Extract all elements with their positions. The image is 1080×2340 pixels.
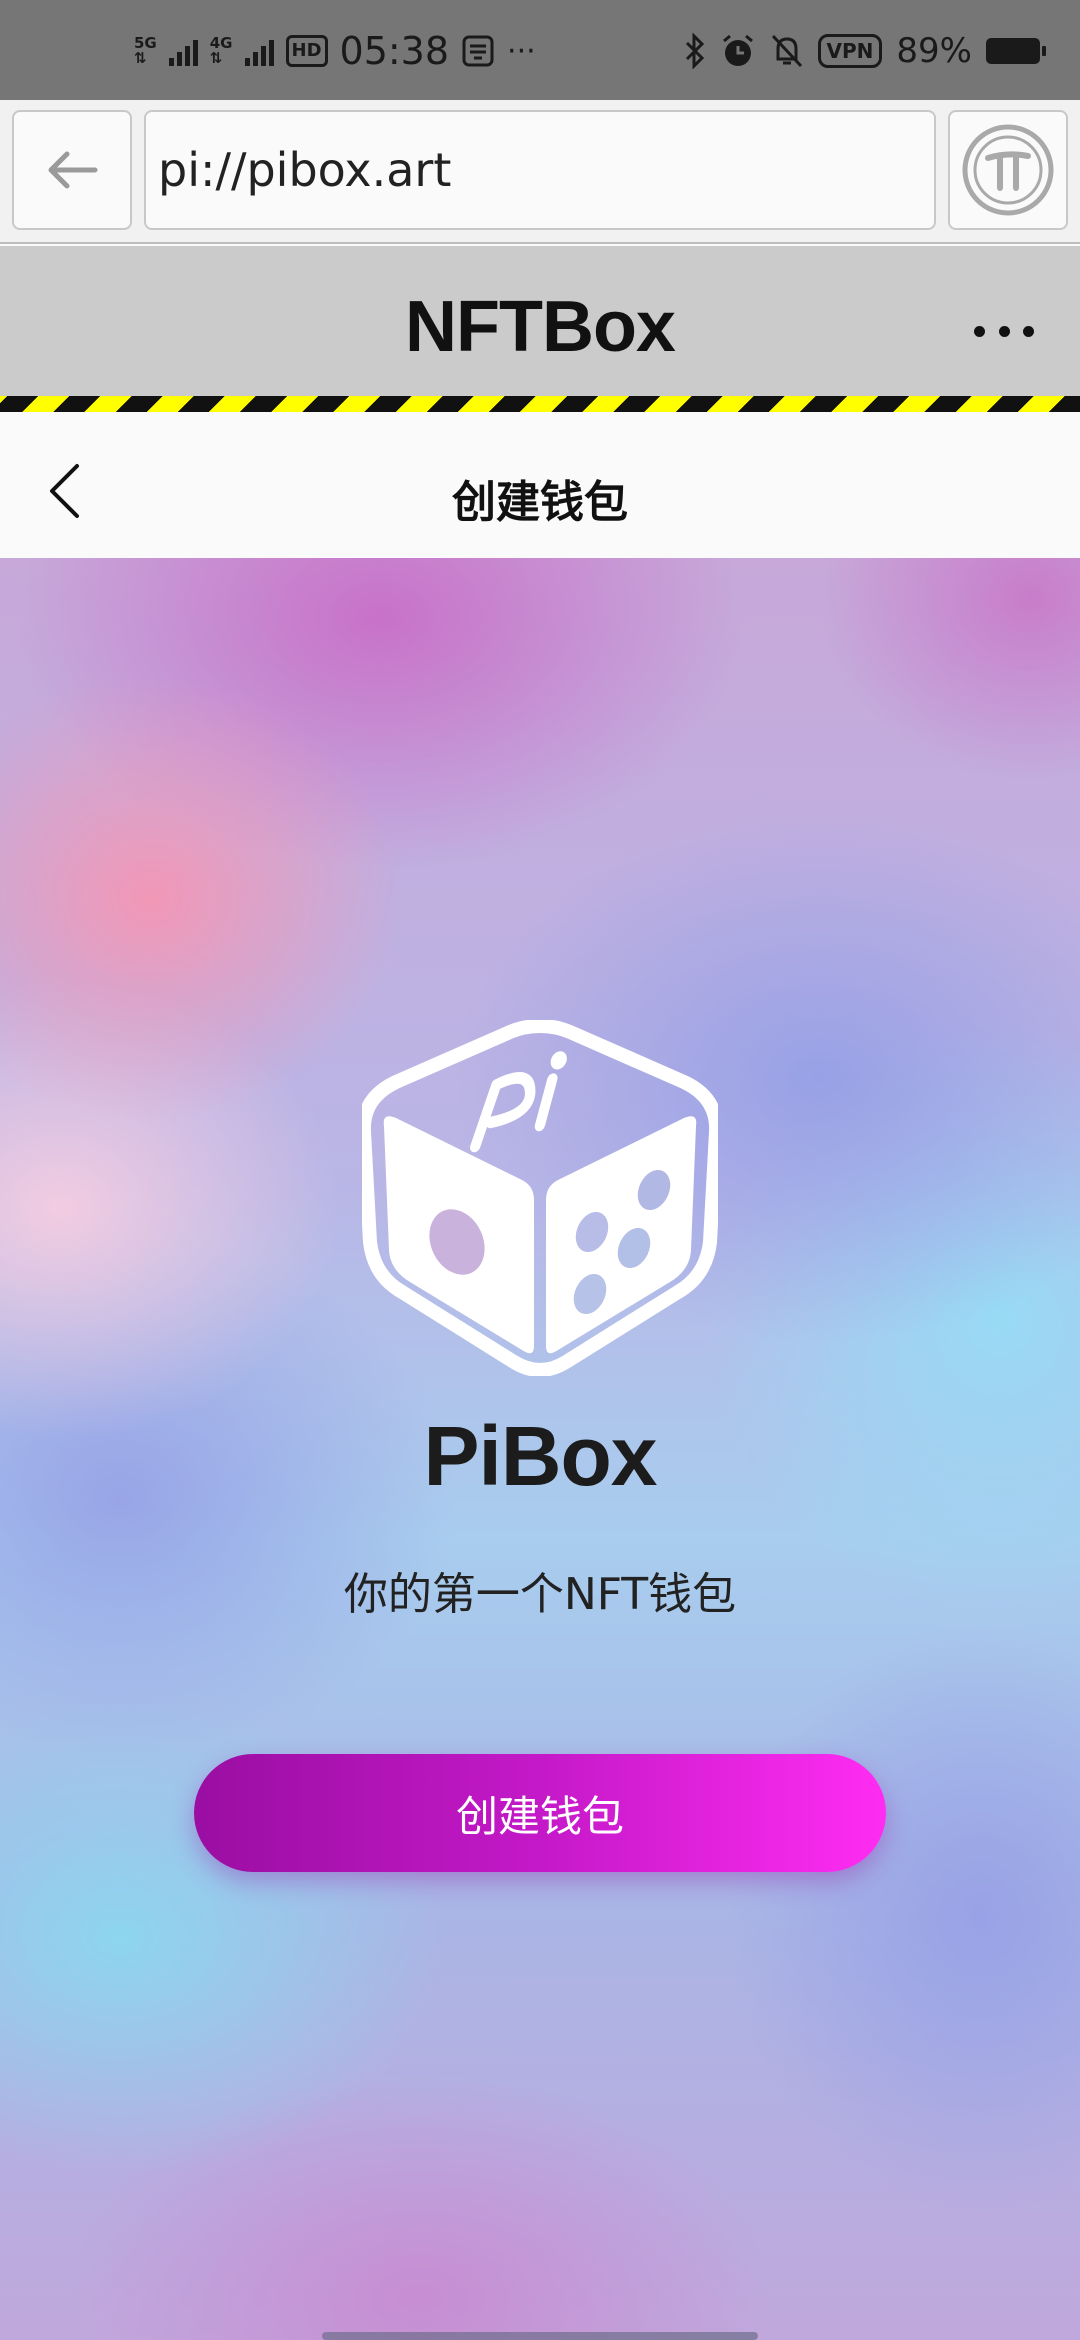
more-horizontal-icon <box>974 325 985 337</box>
status-bar-right: VPN 89% <box>684 26 1046 76</box>
network-4g: 4G ⇅ <box>210 36 233 66</box>
app-header: NFTBox <box>0 246 1080 412</box>
more-options-button[interactable] <box>974 316 1034 346</box>
address-bar[interactable]: pi://pibox.art <box>144 110 936 230</box>
create-wallet-button-label: 创建钱包 <box>455 1791 624 1841</box>
data-arrows-icon: ⇅ <box>134 49 147 67</box>
brand-name: PiBox <box>423 1409 657 1503</box>
browser-bar: pi://pibox.art <box>0 100 1080 244</box>
pi-browser-button[interactable] <box>948 110 1068 230</box>
pi-browser-logo-icon <box>962 124 1054 216</box>
pibox-dice-logo-icon <box>362 1020 718 1376</box>
hazard-stripe <box>0 396 1080 412</box>
create-wallet-button[interactable]: 创建钱包 <box>194 1754 886 1872</box>
home-indicator[interactable] <box>322 2332 758 2340</box>
arrow-left-icon <box>48 151 98 189</box>
notification-app-icon <box>462 35 494 67</box>
vpn-icon: VPN <box>817 34 883 68</box>
status-bar: 5G ⇅ 4G ⇅ HD 05:38 ··· VPN 89% <box>0 0 1080 100</box>
signal-strength-icon <box>168 36 198 66</box>
bluetooth-icon <box>685 33 704 69</box>
app-title: NFTBox <box>405 287 676 367</box>
more-notifications-icon: ··· <box>507 33 536 69</box>
page-header: 创建钱包 <box>0 428 1080 558</box>
notifications-off-icon <box>771 34 802 68</box>
status-bar-left: 5G ⇅ 4G ⇅ HD 05:38 ··· <box>134 26 536 76</box>
network-5g: 5G ⇅ <box>134 36 157 66</box>
hd-voice-icon: HD <box>285 35 328 67</box>
main-content: PiBox 你的第一个NFT钱包 创建钱包 <box>0 558 1080 2340</box>
battery-percent: 89% <box>896 31 972 71</box>
browser-back-button[interactable] <box>12 110 132 230</box>
signal-strength-icon <box>244 36 274 66</box>
battery-icon <box>986 38 1046 64</box>
tagline: 你的第一个NFT钱包 <box>343 1569 737 1620</box>
clock: 05:38 <box>339 29 450 73</box>
page-title: 创建钱包 <box>452 477 628 528</box>
alarm-icon <box>722 34 753 66</box>
data-arrows-icon: ⇅ <box>209 49 223 67</box>
url-text: pi://pibox.art <box>158 143 452 197</box>
